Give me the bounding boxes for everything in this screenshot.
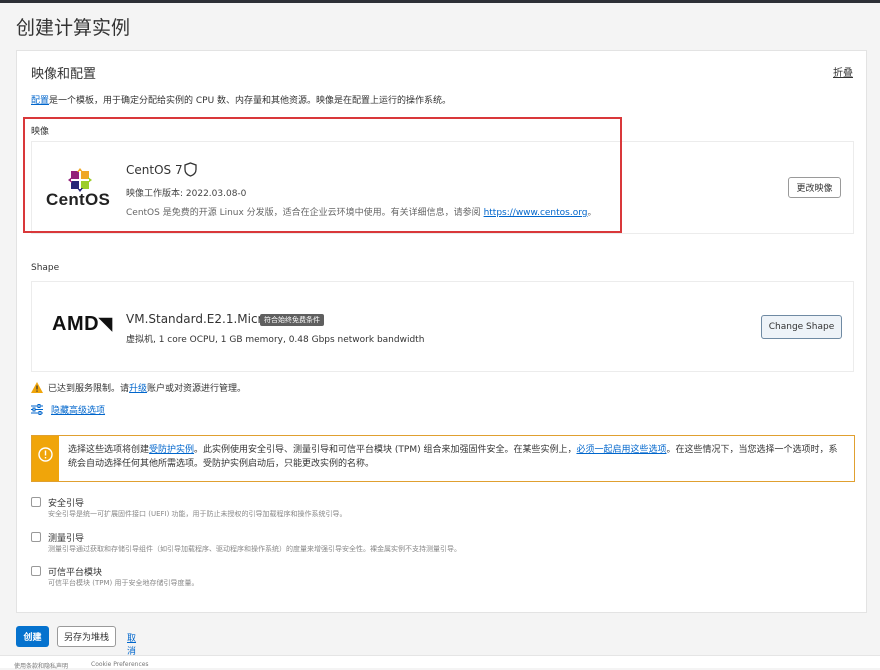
terms-privacy-link[interactable]: 使用条款和隐私声明 bbox=[14, 661, 68, 670]
shield-icon bbox=[184, 162, 197, 177]
centos-logo-text: CentOS bbox=[46, 190, 111, 209]
image-name: CentOS 7 bbox=[126, 163, 183, 177]
amd-arrow-icon: ◥ bbox=[99, 314, 113, 333]
centos-mark-icon bbox=[68, 168, 92, 192]
notice-part1: 选择这些选项将创建 bbox=[68, 445, 150, 455]
tpm-label: 可信平台模块 bbox=[48, 568, 103, 578]
collapse-link[interactable]: 折叠 bbox=[833, 64, 853, 79]
image-label: 映像 bbox=[31, 127, 50, 137]
centos-website-link[interactable]: https://www.centos.org bbox=[484, 208, 588, 218]
image-build: 映像工作版本: 2022.03.08-0 bbox=[126, 189, 247, 199]
shape-label: Shape bbox=[31, 263, 60, 273]
create-button[interactable]: 创建 bbox=[16, 626, 49, 647]
centos-logo: CentOS bbox=[46, 166, 110, 212]
shielded-instance-notice: 选择这些选项将创建受防护实例。此实例使用安全引导、测量引导和可信平台模块 (TP… bbox=[31, 435, 855, 482]
secure-boot-desc: 安全引导是统一可扩展固件接口 (UEFI) 功能，用于防止未授权的引导加载程序和… bbox=[48, 510, 347, 518]
enable-together-link[interactable]: 必须一起启用这些选项 bbox=[576, 445, 666, 455]
image-description: CentOS 是免费的开源 Linux 分发版，适合在企业云环境中使用。有关详细… bbox=[126, 205, 597, 218]
save-as-stack-button[interactable]: 另存为堆栈 bbox=[57, 626, 116, 647]
section-title: 映像和配置 bbox=[31, 67, 97, 82]
notice-text: 选择这些选项将创建受防护实例。此实例使用安全引导、测量引导和可信平台模块 (TP… bbox=[68, 443, 838, 471]
measured-boot-desc: 测量引导通过获取和存储引导组件（如引导加载程序、驱动程序和操作系统）的度量来增强… bbox=[48, 545, 461, 553]
shape-name: VM.Standard.E2.1.Micro bbox=[126, 312, 270, 326]
cancel-link[interactable]: 取消 bbox=[127, 631, 136, 657]
page-title: 创建计算实例 bbox=[16, 17, 131, 39]
measured-boot-checkbox[interactable] bbox=[31, 532, 41, 542]
shape-panel: AMD◥ VM.Standard.E2.1.Micro 符合始终免费条件 虚拟机… bbox=[31, 281, 854, 372]
image-description-text: CentOS 是免费的开源 Linux 分发版，适合在企业云环境中使用。有关详细… bbox=[126, 208, 481, 218]
image-link-suffix: 。 bbox=[587, 208, 597, 218]
tpm-checkbox[interactable] bbox=[31, 566, 41, 576]
shape-doc-link[interactable]: 配置 bbox=[31, 96, 49, 106]
always-free-badge: 符合始终免费条件 bbox=[260, 314, 324, 326]
shielded-instance-link[interactable]: 受防护实例 bbox=[149, 445, 194, 455]
tpm-desc: 可信平台模块 (TPM) 用于安全地存储引导度量。 bbox=[48, 579, 199, 587]
change-shape-button[interactable]: Change Shape bbox=[761, 315, 842, 339]
upgrade-link[interactable]: 升级 bbox=[129, 381, 147, 394]
image-panel: CentOS CentOS 7 映像工作版本: 2022.03.08-0 Cen… bbox=[31, 141, 854, 234]
top-header-bar bbox=[0, 0, 880, 3]
notice-bar bbox=[32, 436, 59, 481]
image-and-shape-card: 映像和配置 折叠 配置是一个模板，用于确定分配给实例的 CPU 数、内存量和其他… bbox=[16, 50, 867, 613]
shape-spec: 虚拟机, 1 core OCPU, 1 GB memory, 0.48 Gbps… bbox=[126, 335, 425, 345]
measured-boot-label: 测量引导 bbox=[48, 534, 85, 544]
service-limit-warning: 已达到服务限制。请 升级 账户或对资源进行管理。 bbox=[31, 381, 246, 394]
section-description-text: 是一个模板，用于确定分配给实例的 CPU 数、内存量和其他资源。映像是在配置上运… bbox=[49, 96, 452, 106]
secure-boot-label: 安全引导 bbox=[48, 499, 85, 509]
amd-logo-text: AMD bbox=[52, 313, 100, 335]
hide-advanced-options[interactable]: 隐藏高级选项 bbox=[31, 403, 105, 416]
warning-icon bbox=[31, 382, 43, 393]
warning-text-before: 已达到服务限制。请 bbox=[48, 384, 130, 394]
page-footer: 使用条款和隐私声明 Cookie Preferences bbox=[0, 655, 880, 670]
info-alert-icon bbox=[38, 447, 53, 462]
notice-part2: 。此实例使用安全引导、测量引导和可信平台模块 (TPM) 组合来加强固件安全。在… bbox=[194, 445, 577, 455]
warning-text-after: 账户或对资源进行管理。 bbox=[147, 384, 247, 394]
change-image-button[interactable]: 更改映像 bbox=[788, 177, 841, 198]
secure-boot-checkbox[interactable] bbox=[31, 497, 41, 507]
section-description: 配置是一个模板，用于确定分配给实例的 CPU 数、内存量和其他资源。映像是在配置… bbox=[31, 93, 451, 106]
sliders-icon bbox=[31, 404, 43, 415]
hide-advanced-options-label[interactable]: 隐藏高级选项 bbox=[51, 403, 105, 416]
amd-logo: AMD◥ bbox=[52, 313, 113, 336]
